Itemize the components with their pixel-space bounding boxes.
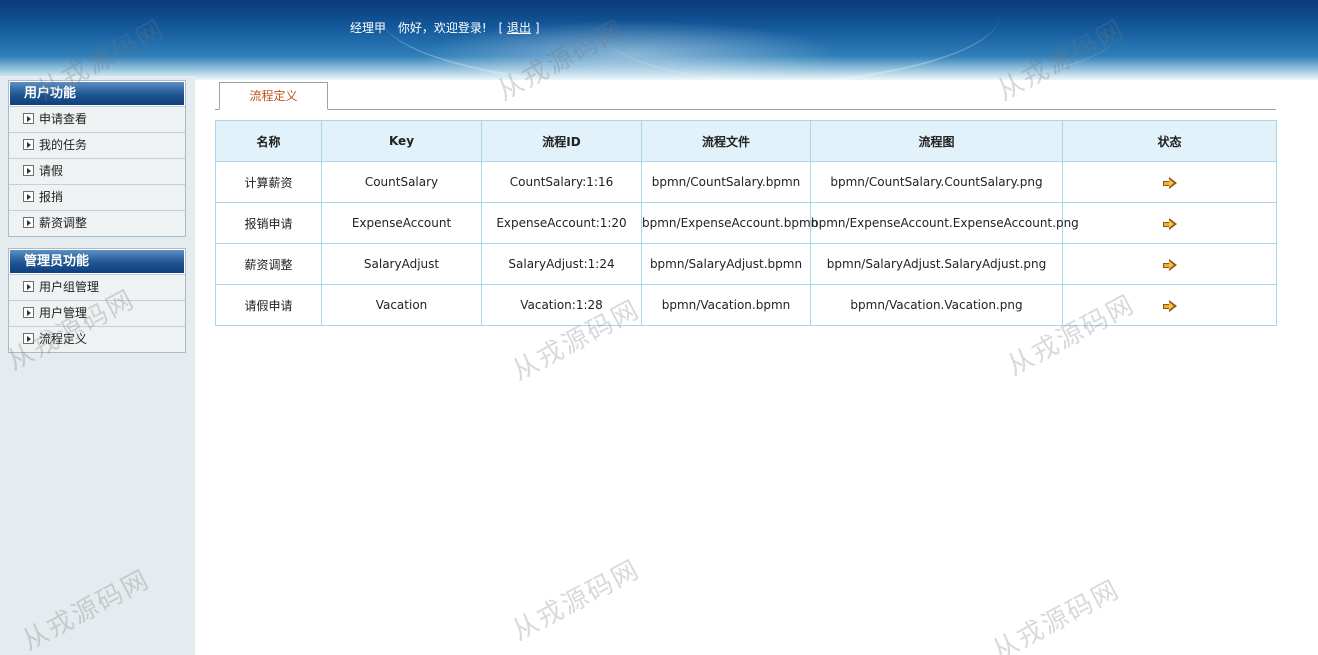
sidebar-item-my-tasks[interactable]: 我的任务 xyxy=(9,132,185,158)
sidebar-item-apply-view[interactable]: 申请查看 xyxy=(9,106,185,132)
cell-status xyxy=(1062,202,1277,244)
sidebar-item-leave[interactable]: 请假 xyxy=(9,158,185,184)
menu-group-user: 用户功能 申请查看 我的任务 请假 报捎 薪资调整 xyxy=(8,80,186,237)
arrow-right-icon[interactable] xyxy=(1162,176,1177,189)
column-header-name: 名称 xyxy=(215,120,322,162)
sidebar-item-label: 薪资调整 xyxy=(39,216,88,230)
cell-process-file: bpmn/ExpenseAccount.bpmn xyxy=(641,202,818,244)
table-header-row: 名称 Key 流程ID 流程文件 流程图 状态 xyxy=(215,120,1277,162)
sidebar-item-label: 报捎 xyxy=(39,190,64,204)
process-table: 名称 Key 流程ID 流程文件 流程图 状态 计算薪资 CountSalary… xyxy=(215,120,1277,326)
cell-diagram: bpmn/SalaryAdjust.SalaryAdjust.png xyxy=(810,243,1063,285)
menu-group-title: 管理员功能 xyxy=(9,249,185,274)
sidebar-item-user-group[interactable]: 用户组管理 xyxy=(9,274,185,300)
welcome-text: 你好，欢迎登录! xyxy=(397,21,487,35)
sidebar-item-label: 用户组管理 xyxy=(39,280,100,294)
column-header-process-file: 流程文件 xyxy=(641,120,811,162)
cell-status xyxy=(1062,161,1277,203)
cell-status xyxy=(1062,243,1277,285)
sidebar-item-user-manage[interactable]: 用户管理 xyxy=(9,300,185,326)
username-label: 经理甲 xyxy=(350,21,387,35)
app-window: 经理甲 你好，欢迎登录! [ 退出 ] 用户功能 申请查看 我的任务 请假 报捎… xyxy=(0,0,1318,655)
bracket-open: [ xyxy=(498,21,504,35)
header-swoosh xyxy=(600,0,1120,80)
column-header-key: Key xyxy=(321,120,482,162)
sidebar-item-expense[interactable]: 报捎 xyxy=(9,184,185,210)
menu-group-admin: 管理员功能 用户组管理 用户管理 流程定义 xyxy=(8,248,186,353)
arrow-right-icon xyxy=(23,333,34,344)
arrow-right-icon[interactable] xyxy=(1162,217,1177,230)
cell-diagram: bpmn/CountSalary.CountSalary.png xyxy=(810,161,1063,203)
sidebar-item-label: 请假 xyxy=(39,164,64,178)
arrow-right-icon xyxy=(23,165,34,176)
cell-status xyxy=(1062,284,1277,326)
header-banner: 经理甲 你好，欢迎登录! [ 退出 ] xyxy=(0,0,1318,80)
tab-bar-line xyxy=(215,109,1276,110)
tab-process-definition[interactable]: 流程定义 xyxy=(219,82,328,110)
logout-link[interactable]: 退出 xyxy=(507,21,531,35)
sidebar-item-label: 流程定义 xyxy=(39,332,88,346)
arrow-right-icon xyxy=(23,307,34,318)
cell-process-id: Vacation:1:28 xyxy=(481,284,642,326)
cell-diagram: bpmn/ExpenseAccount.ExpenseAccount.png xyxy=(810,202,1079,244)
sidebar-item-salary-adjust[interactable]: 薪资调整 xyxy=(9,210,185,236)
arrow-right-icon xyxy=(23,191,34,202)
cell-name: 请假申请 xyxy=(215,284,322,326)
sidebar-item-process-def[interactable]: 流程定义 xyxy=(9,326,185,352)
arrow-right-icon xyxy=(23,217,34,228)
cell-name: 报销申请 xyxy=(215,202,322,244)
cell-key: CountSalary xyxy=(321,161,482,203)
cell-process-file: bpmn/SalaryAdjust.bpmn xyxy=(641,243,811,285)
arrow-right-icon xyxy=(23,139,34,150)
cell-process-id: SalaryAdjust:1:24 xyxy=(481,243,642,285)
arrow-right-icon xyxy=(23,281,34,292)
arrow-right-icon[interactable] xyxy=(1162,299,1177,312)
cell-name: 薪资调整 xyxy=(215,243,322,285)
cell-process-id: ExpenseAccount:1:20 xyxy=(481,202,642,244)
greeting-bar: 经理甲 你好，欢迎登录! [ 退出 ] xyxy=(350,19,540,36)
bracket-close: ] xyxy=(534,21,540,35)
cell-key: Vacation xyxy=(321,284,482,326)
cell-key: SalaryAdjust xyxy=(321,243,482,285)
sidebar: 用户功能 申请查看 我的任务 请假 报捎 薪资调整 管理员功能 用户组管理 用户… xyxy=(0,76,195,655)
cell-process-id: CountSalary:1:16 xyxy=(481,161,642,203)
cell-diagram: bpmn/Vacation.Vacation.png xyxy=(810,284,1063,326)
table-row: 请假申请 Vacation Vacation:1:28 bpmn/Vacatio… xyxy=(215,284,1277,326)
table-row: 计算薪资 CountSalary CountSalary:1:16 bpmn/C… xyxy=(215,161,1277,203)
table-row: 薪资调整 SalaryAdjust SalaryAdjust:1:24 bpmn… xyxy=(215,243,1277,285)
cell-process-file: bpmn/Vacation.bpmn xyxy=(641,284,811,326)
cell-key: ExpenseAccount xyxy=(321,202,482,244)
arrow-right-icon xyxy=(23,113,34,124)
arrow-right-icon[interactable] xyxy=(1162,258,1177,271)
menu-group-title: 用户功能 xyxy=(9,81,185,106)
cell-name: 计算薪资 xyxy=(215,161,322,203)
main-content: 流程定义 名称 Key 流程ID 流程文件 流程图 状态 计算薪资 CountS… xyxy=(195,80,1318,655)
sidebar-item-label: 用户管理 xyxy=(39,306,88,320)
sidebar-item-label: 申请查看 xyxy=(39,112,88,126)
sidebar-item-label: 我的任务 xyxy=(39,138,88,152)
column-header-diagram: 流程图 xyxy=(810,120,1063,162)
cell-process-file: bpmn/CountSalary.bpmn xyxy=(641,161,811,203)
column-header-process-id: 流程ID xyxy=(481,120,642,162)
table-row: 报销申请 ExpenseAccount ExpenseAccount:1:20 … xyxy=(215,202,1277,244)
column-header-status: 状态 xyxy=(1062,120,1277,162)
